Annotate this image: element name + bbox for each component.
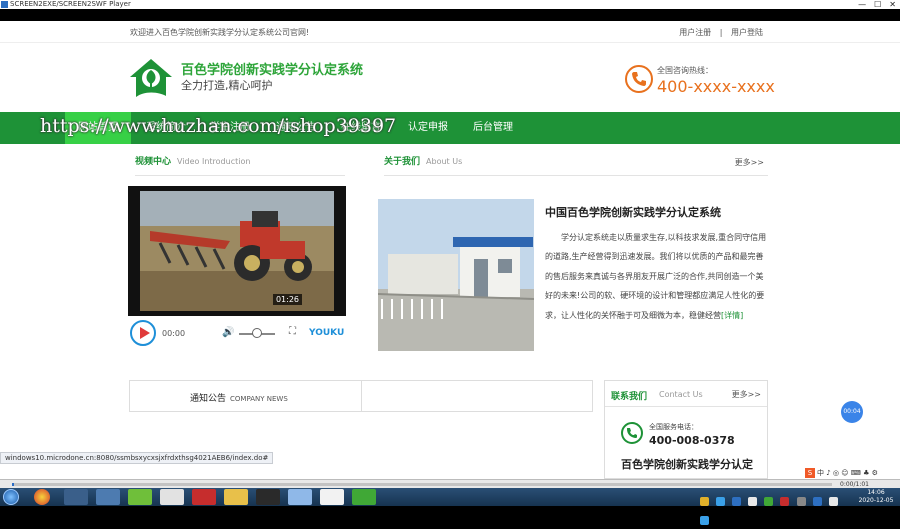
ime-toolbar-icons[interactable]: 中 ♪ ◎ ☺ ⌨ ♣ ⚙	[817, 469, 878, 477]
register-link[interactable]: 用户注册	[679, 28, 711, 37]
system-tray	[700, 491, 850, 525]
hotline-number: 400-xxxx-xxxx	[657, 77, 775, 96]
video-heading-en: Video Introduction	[177, 157, 251, 166]
tray-icon-6[interactable]	[780, 497, 790, 506]
volume-slider-knob[interactable]	[252, 328, 262, 338]
close-button[interactable]: ✕	[889, 0, 896, 9]
timer-badge: 00:04	[841, 401, 863, 423]
ime-toolbar[interactable]: S中 ♪ ◎ ☺ ⌨ ♣ ⚙	[803, 467, 900, 479]
notice-heading: 通知公告 COMPANY NEWS	[190, 391, 288, 404]
service-label: 全国服务电话：	[649, 423, 698, 431]
login-link[interactable]: 用户登陆	[731, 28, 763, 37]
notice-heading-cn: 通知公告	[190, 394, 227, 404]
seek-track[interactable]	[12, 483, 832, 486]
taskbar-app-icon-3[interactable]	[128, 489, 152, 505]
clock-time: 14:06	[867, 489, 885, 496]
hotline-block: 全国咨询热线： 400-xxxx-xxxx	[625, 65, 775, 105]
taskbar-app-icon-6[interactable]	[320, 489, 344, 505]
top-bar: 欢迎进入百色学院创新实践学分认定系统公司官网! 用户注册 | 用户登陆	[0, 21, 900, 43]
qq-taskbar-icon[interactable]	[256, 489, 280, 505]
seek-fill	[12, 483, 14, 486]
chrome-taskbar-icon[interactable]	[34, 489, 50, 505]
player-seek-bar[interactable]: 0:00/1:01	[0, 479, 900, 488]
about-body: 学分认定系统走以质量求生存,以科技求发展,重合同守信用的道路,生产经营得到迅速发…	[545, 228, 767, 325]
contact-org-name: 百色学院创新实践学分认定	[621, 458, 753, 471]
link-separator: |	[719, 28, 723, 37]
site-title: 百色学院创新实践学分认定系统	[181, 63, 364, 78]
video-current-time: 00:00	[162, 329, 186, 338]
notice-heading-en: COMPANY NEWS	[230, 395, 288, 403]
contact-section: 联系我们 Contact Us 更多>> 全国服务电话： 400-008-037…	[604, 380, 768, 479]
tray-icon-10[interactable]	[700, 516, 709, 525]
campus-building-image	[378, 199, 534, 351]
video-heading: 视频中心	[135, 157, 172, 167]
logo-area[interactable]: 百色学院创新实践学分认定系统 全力打造,精心呵护	[128, 57, 388, 107]
tray-icon-1[interactable]	[700, 497, 709, 506]
hotline-label: 全国咨询热线：	[657, 66, 713, 75]
folder-taskbar-icon[interactable]	[224, 489, 248, 505]
video-viewport: 欢迎进入百色学院创新实践学分认定系统公司官网! 用户注册 | 用户登陆 百色学院…	[0, 9, 900, 479]
tray-icon-2[interactable]	[716, 497, 726, 506]
about-more-link[interactable]: 更多>>	[735, 157, 764, 168]
video-player[interactable]: 01:26	[128, 186, 346, 316]
minimize-button[interactable]: —	[858, 0, 866, 9]
about-heading-en: About Us	[426, 157, 463, 166]
taskbar-app-icon-1[interactable]	[64, 489, 88, 505]
video-frame: 01:26	[140, 191, 334, 311]
web-page: 欢迎进入百色学院创新实践学分认定系统公司官网! 用户注册 | 用户登陆 百色学院…	[0, 21, 900, 479]
watermark-text: https://www.huzhan.com/ishop39397	[40, 115, 397, 137]
tray-icon-3[interactable]	[732, 497, 742, 506]
contact-more-link[interactable]: 更多>>	[732, 389, 761, 400]
video-controls: 00:00 🔊 ⛶ YOUKU	[128, 316, 346, 348]
tray-icon-8[interactable]	[812, 497, 822, 506]
app-icon	[1, 1, 8, 8]
service-phone-icon	[621, 422, 643, 444]
top-links: 用户注册 | 用户登陆	[673, 27, 763, 38]
wechat-taskbar-icon[interactable]	[352, 489, 376, 505]
tray-icon-5[interactable]	[764, 497, 774, 506]
contact-heading: 联系我们	[611, 392, 648, 402]
play-icon[interactable]	[130, 320, 156, 346]
video-section-header: 视频中心 Video Introduction	[135, 154, 345, 176]
window-titlebar: SCREEN2EXE/SCREEN2SWF Player — ☐ ✕	[0, 0, 900, 9]
tray-icon-9[interactable]	[828, 497, 838, 506]
contact-header: 联系我们 Contact Us 更多>>	[605, 381, 767, 407]
tray-icon-7[interactable]	[796, 497, 806, 506]
about-heading: 关于我们	[384, 157, 421, 167]
window-controls: — ☐ ✕	[858, 0, 896, 9]
taskbar-app-icon-5[interactable]	[288, 489, 312, 505]
tractor-image	[140, 191, 334, 311]
service-number: 400-008-0378	[649, 434, 735, 447]
about-detail-link[interactable]: [详情]	[721, 311, 743, 320]
windows-taskbar: 14:06 2020-12-05	[0, 488, 900, 525]
tray-icon-4[interactable]	[748, 497, 758, 506]
about-title: 中国百色学院创新实践学分认定系统	[545, 206, 721, 219]
sogou-ime-icon[interactable]: S	[805, 468, 815, 478]
maximize-button[interactable]: ☐	[874, 0, 881, 9]
status-bar-url: windows10.microdone.cn:8080/ssmbsxycxsjx…	[0, 452, 274, 464]
contact-heading-en: Contact Us	[659, 390, 703, 399]
flash-taskbar-icon[interactable]	[192, 489, 216, 505]
taskbar-app-icon-4[interactable]	[160, 489, 184, 505]
taskbar-app-icon-2[interactable]	[96, 489, 120, 505]
fullscreen-icon[interactable]: ⛶	[289, 326, 296, 337]
about-section-header: 关于我们 About Us 更多>>	[384, 154, 768, 176]
phone-icon	[625, 65, 653, 93]
house-tree-logo-icon	[130, 59, 172, 97]
video-duration-badge: 01:26	[272, 294, 302, 305]
start-button-icon[interactable]	[3, 489, 19, 505]
youku-logo: YOUKU	[309, 328, 345, 338]
nav-item-admin[interactable]: 后台管理	[465, 112, 521, 144]
notice-divider	[361, 381, 362, 411]
clock-date: 2020-12-05	[858, 497, 894, 504]
nav-item-apply[interactable]: 认定申报	[400, 112, 456, 144]
window-title: SCREEN2EXE/SCREEN2SWF Player	[10, 0, 131, 8]
volume-icon[interactable]: 🔊	[222, 327, 234, 338]
taskbar-clock[interactable]: 14:06 2020-12-05	[856, 489, 896, 505]
about-body-text: 学分认定系统走以质量求生存,以科技求发展,重合同守信用的道路,生产经营得到迅速发…	[545, 233, 767, 320]
welcome-text: 欢迎进入百色学院创新实践学分认定系统公司官网!	[130, 28, 310, 37]
notice-section: 通知公告 COMPANY NEWS	[129, 380, 593, 412]
site-slogan: 全力打造,精心呵护	[181, 79, 273, 92]
